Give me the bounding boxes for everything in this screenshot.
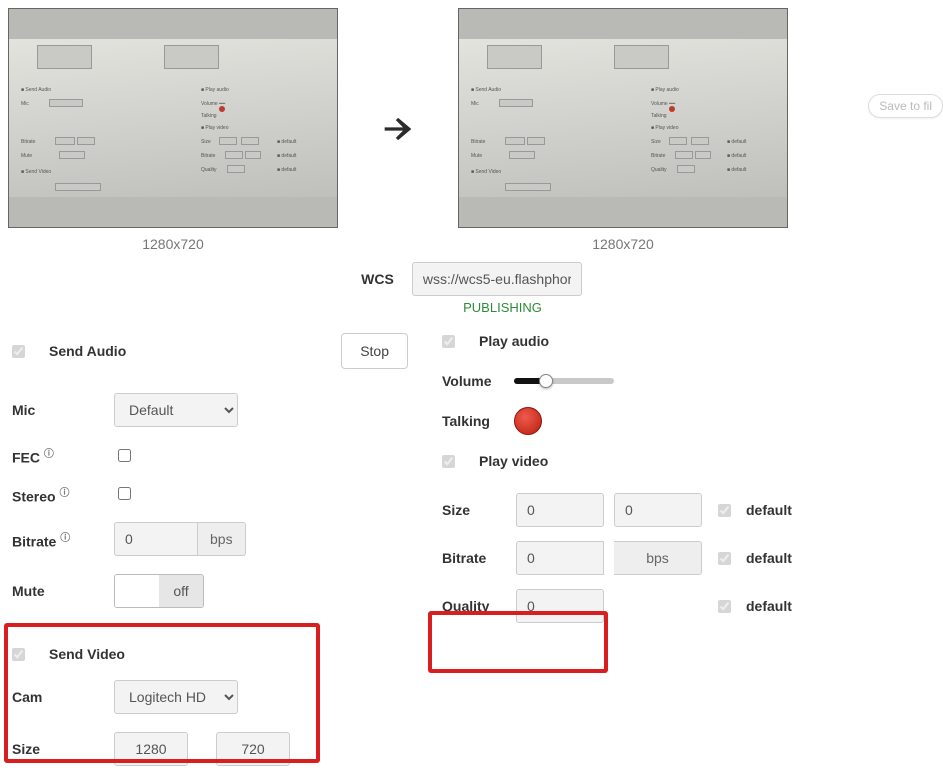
send-audio-checkbox[interactable] [12,345,25,358]
help-icon: ⓘ [44,449,54,460]
send-video-checkbox[interactable] [12,648,25,661]
play-bitrate-input[interactable] [516,541,604,575]
default-label: default [746,550,935,566]
audio-bitrate-label: Bitrate ⓘ [12,529,114,550]
save-to-file-pill[interactable]: Save to fil [868,94,943,118]
player-resolution-label: 1280x720 [592,236,654,252]
wcs-row: WCS [8,262,935,296]
fec-checkbox[interactable] [118,449,131,462]
volume-slider[interactable] [514,378,614,384]
cam-label: Cam [12,689,114,705]
play-audio-label: Play audio [479,333,549,349]
default-label: default [746,502,935,518]
wcs-label: WCS [361,271,394,287]
send-video-label: Send Video [49,646,125,662]
play-height-input[interactable] [614,493,702,527]
quality-label: Quality [442,598,506,614]
bps-unit-label: bps [198,522,246,556]
publisher-resolution-label: 1280x720 [142,236,204,252]
fec-label: FEC ⓘ [12,445,114,466]
quality-input[interactable] [516,589,604,623]
help-icon: ⓘ [59,488,69,499]
arrow-icon [378,109,418,152]
mic-select[interactable]: Default [114,393,238,427]
play-bitrate-label: Bitrate [442,550,506,566]
volume-label: Volume [442,373,506,389]
player-video: ■ Send Audio ■ Play audio Mic Volume ━━ … [458,8,788,228]
video-size-label: Size [12,741,114,757]
play-width-input[interactable] [516,493,604,527]
publisher-preview-col: ■ Send Audio ■ Play audio Mic Volume ━━ … [8,8,338,252]
mute-toggle[interactable]: off [114,574,204,608]
play-size-label: Size [442,502,506,518]
mic-label: Mic [12,402,114,418]
stereo-checkbox[interactable] [118,487,131,500]
publisher-video: ■ Send Audio ■ Play audio Mic Volume ━━ … [8,8,338,228]
cam-select[interactable]: Logitech HD [114,680,238,714]
play-video-checkbox[interactable] [442,455,455,468]
wcs-url-input[interactable] [412,262,582,296]
stop-button[interactable]: Stop [341,333,408,369]
preview-row: ■ Send Audio ■ Play audio Mic Volume ━━ … [8,8,935,252]
audio-bitrate-input[interactable] [114,522,198,556]
publish-status: PUBLISHING [8,300,935,315]
player-preview-col: ■ Send Audio ■ Play audio Mic Volume ━━ … [458,8,788,252]
video-height-input[interactable] [216,732,290,766]
play-video-label: Play video [479,453,548,469]
help-icon: ⓘ [60,533,70,544]
mute-label: Mute [12,583,114,599]
bitrate-default-checkbox[interactable] [718,552,731,565]
stereo-label: Stereo ⓘ [12,484,114,505]
bps-unit-label: bps [614,541,702,575]
talking-label: Talking [442,413,506,429]
size-default-checkbox[interactable] [718,504,731,517]
default-label: default [746,598,935,614]
talking-indicator-icon [514,407,542,435]
send-audio-label: Send Audio [49,343,126,359]
play-audio-checkbox[interactable] [442,335,455,348]
video-width-input[interactable] [114,732,188,766]
quality-default-checkbox[interactable] [718,600,731,613]
